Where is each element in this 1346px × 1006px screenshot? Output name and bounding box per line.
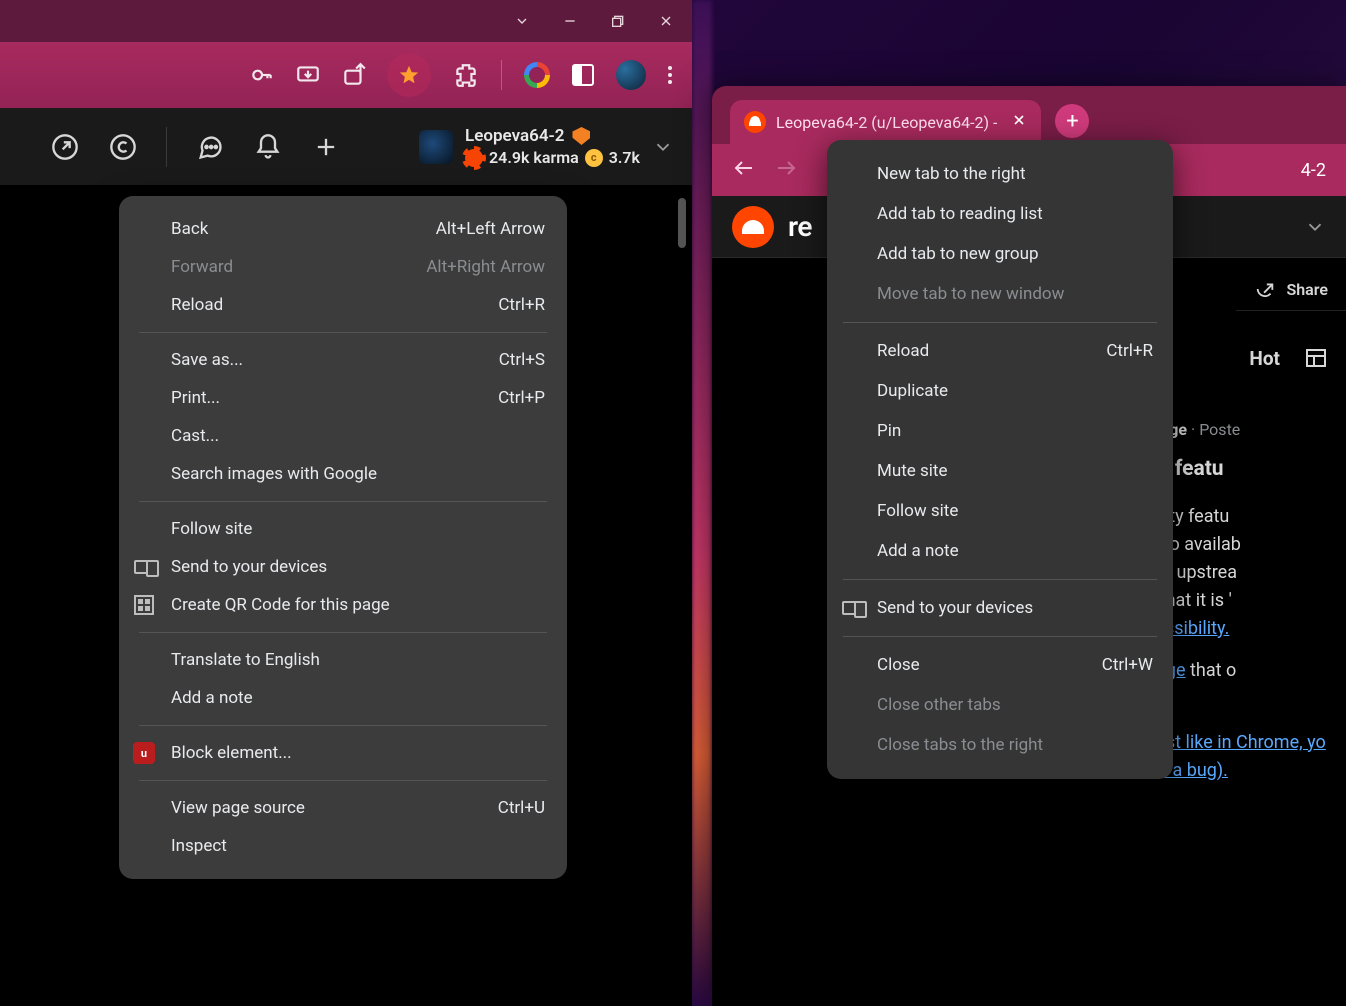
ctx-block-element[interactable]: u Block element... — [119, 734, 567, 772]
ctx-save-as[interactable]: Save as...Ctrl+S — [119, 341, 567, 379]
scrollbar-thumb[interactable] — [678, 198, 686, 248]
coin-icon: c — [585, 149, 603, 167]
tab-strip: Leopeva64-2 (u/Leopeva64-2) - + — [712, 86, 1346, 144]
chat-icon[interactable] — [195, 132, 225, 162]
chevron-down-icon — [652, 136, 674, 158]
open-link-icon[interactable] — [50, 132, 80, 162]
forward-button — [774, 156, 798, 184]
chevron-down-icon[interactable] — [1304, 216, 1326, 238]
devices-icon — [841, 597, 863, 619]
side-panel-icon[interactable] — [572, 64, 594, 86]
qr-icon — [133, 594, 155, 616]
ctx-close-other: Close other tabs — [827, 685, 1173, 725]
ctx-view-source[interactable]: View page sourceCtrl+U — [119, 789, 567, 827]
ctx-new-tab-right[interactable]: New tab to the right — [827, 154, 1173, 194]
ctx-mute-site[interactable]: Mute site — [827, 451, 1173, 491]
back-button[interactable] — [732, 156, 756, 184]
ctx-forward: ForwardAlt+Right Arrow — [119, 248, 567, 286]
ublock-icon: u — [133, 742, 155, 764]
ctx-add-reading-list[interactable]: Add tab to reading list — [827, 194, 1173, 234]
ctx-inspect[interactable]: Inspect — [119, 827, 567, 865]
ctx-move-new-window: Move tab to new window — [827, 274, 1173, 314]
bookmark-star-button[interactable] — [387, 53, 431, 97]
right-window: Leopeva64-2 (u/Leopeva64-2) - + 4-2 re S… — [712, 86, 1346, 1006]
ctx-follow-site[interactable]: Follow site — [119, 510, 567, 548]
link[interactable]: it's a bug). — [1146, 757, 1342, 785]
minimize-button[interactable] — [562, 13, 578, 29]
google-icon[interactable] — [524, 62, 550, 88]
ctx-reload[interactable]: ReloadCtrl+R — [119, 286, 567, 324]
reddit-logo-icon[interactable] — [732, 206, 774, 248]
window-titlebar — [0, 0, 692, 42]
bell-icon[interactable] — [253, 132, 283, 162]
share-button[interactable]: Share — [1236, 268, 1346, 311]
sort-hot[interactable]: Hot — [1231, 336, 1346, 380]
install-icon[interactable] — [295, 62, 321, 88]
tab-title: Leopeva64-2 (u/Leopeva64-2) - — [776, 113, 997, 132]
profile-avatar[interactable] — [616, 60, 646, 90]
ctx-send-devices[interactable]: Send to your devices — [827, 588, 1173, 628]
caret-down-icon[interactable] — [514, 13, 530, 29]
shield-icon — [572, 127, 590, 145]
karma-gear-icon — [465, 149, 483, 167]
devices-icon — [133, 556, 155, 578]
page-context-menu: BackAlt+Left Arrow ForwardAlt+Right Arro… — [119, 196, 567, 879]
ctx-add-note[interactable]: Add a note — [119, 679, 567, 717]
ctx-reload[interactable]: ReloadCtrl+R — [827, 331, 1173, 371]
layout-icon[interactable] — [1304, 346, 1328, 370]
extensions-icon[interactable] — [453, 62, 479, 88]
ctx-print[interactable]: Print...Ctrl+P — [119, 379, 567, 417]
reddit-favicon — [744, 111, 766, 133]
karma-count: 24.9k karma — [489, 148, 579, 167]
ctx-cast[interactable]: Cast... — [119, 417, 567, 455]
ctx-back[interactable]: BackAlt+Left Arrow — [119, 210, 567, 248]
share-out-icon[interactable] — [341, 62, 367, 88]
ctx-follow-site[interactable]: Follow site — [827, 491, 1173, 531]
ctx-create-qr[interactable]: Create QR Code for this page — [119, 586, 567, 624]
ctx-duplicate[interactable]: Duplicate — [827, 371, 1173, 411]
username: Leopeva64-2 — [465, 126, 564, 146]
key-icon[interactable] — [249, 62, 275, 88]
new-tab-button[interactable]: + — [1055, 104, 1089, 138]
plus-icon[interactable] — [311, 132, 341, 162]
browser-toolbar — [0, 42, 692, 108]
reddit-user-strip: Leopeva64-2 24.9k karma c 3.7k — [0, 108, 692, 186]
link[interactable]: Just like in Chrome, yo — [1146, 729, 1342, 757]
post-fragment: tEdge · Poste on featu bility featu also… — [1146, 418, 1346, 784]
left-window: Leopeva64-2 24.9k karma c 3.7k BackAlt+L… — [0, 0, 692, 1006]
address-fragment: 4-2 — [1301, 160, 1326, 181]
user-avatar — [419, 130, 453, 164]
close-button[interactable] — [658, 13, 674, 29]
browser-tab[interactable]: Leopeva64-2 (u/Leopeva64-2) - — [730, 100, 1041, 144]
ctx-pin[interactable]: Pin — [827, 411, 1173, 451]
reddit-wordmark: re — [788, 210, 812, 243]
ctx-close-right: Close tabs to the right — [827, 725, 1173, 765]
divider — [166, 127, 167, 167]
divider — [501, 60, 502, 90]
ctx-close[interactable]: CloseCtrl+W — [827, 645, 1173, 685]
copyright-icon[interactable] — [108, 132, 138, 162]
user-dropdown[interactable]: Leopeva64-2 24.9k karma c 3.7k — [419, 126, 674, 167]
ctx-add-note[interactable]: Add a note — [827, 531, 1173, 571]
tab-close-button[interactable] — [1011, 112, 1027, 132]
browser-menu-button[interactable] — [668, 66, 672, 84]
ctx-translate[interactable]: Translate to English — [119, 641, 567, 679]
coin-count: 3.7k — [609, 148, 640, 167]
maximize-button[interactable] — [610, 13, 626, 29]
ctx-send-devices[interactable]: Send to your devices — [119, 548, 567, 586]
ctx-search-images[interactable]: Search images with Google — [119, 455, 567, 493]
tab-context-menu: New tab to the right Add tab to reading … — [827, 140, 1173, 779]
ctx-add-new-group[interactable]: Add tab to new group — [827, 234, 1173, 274]
